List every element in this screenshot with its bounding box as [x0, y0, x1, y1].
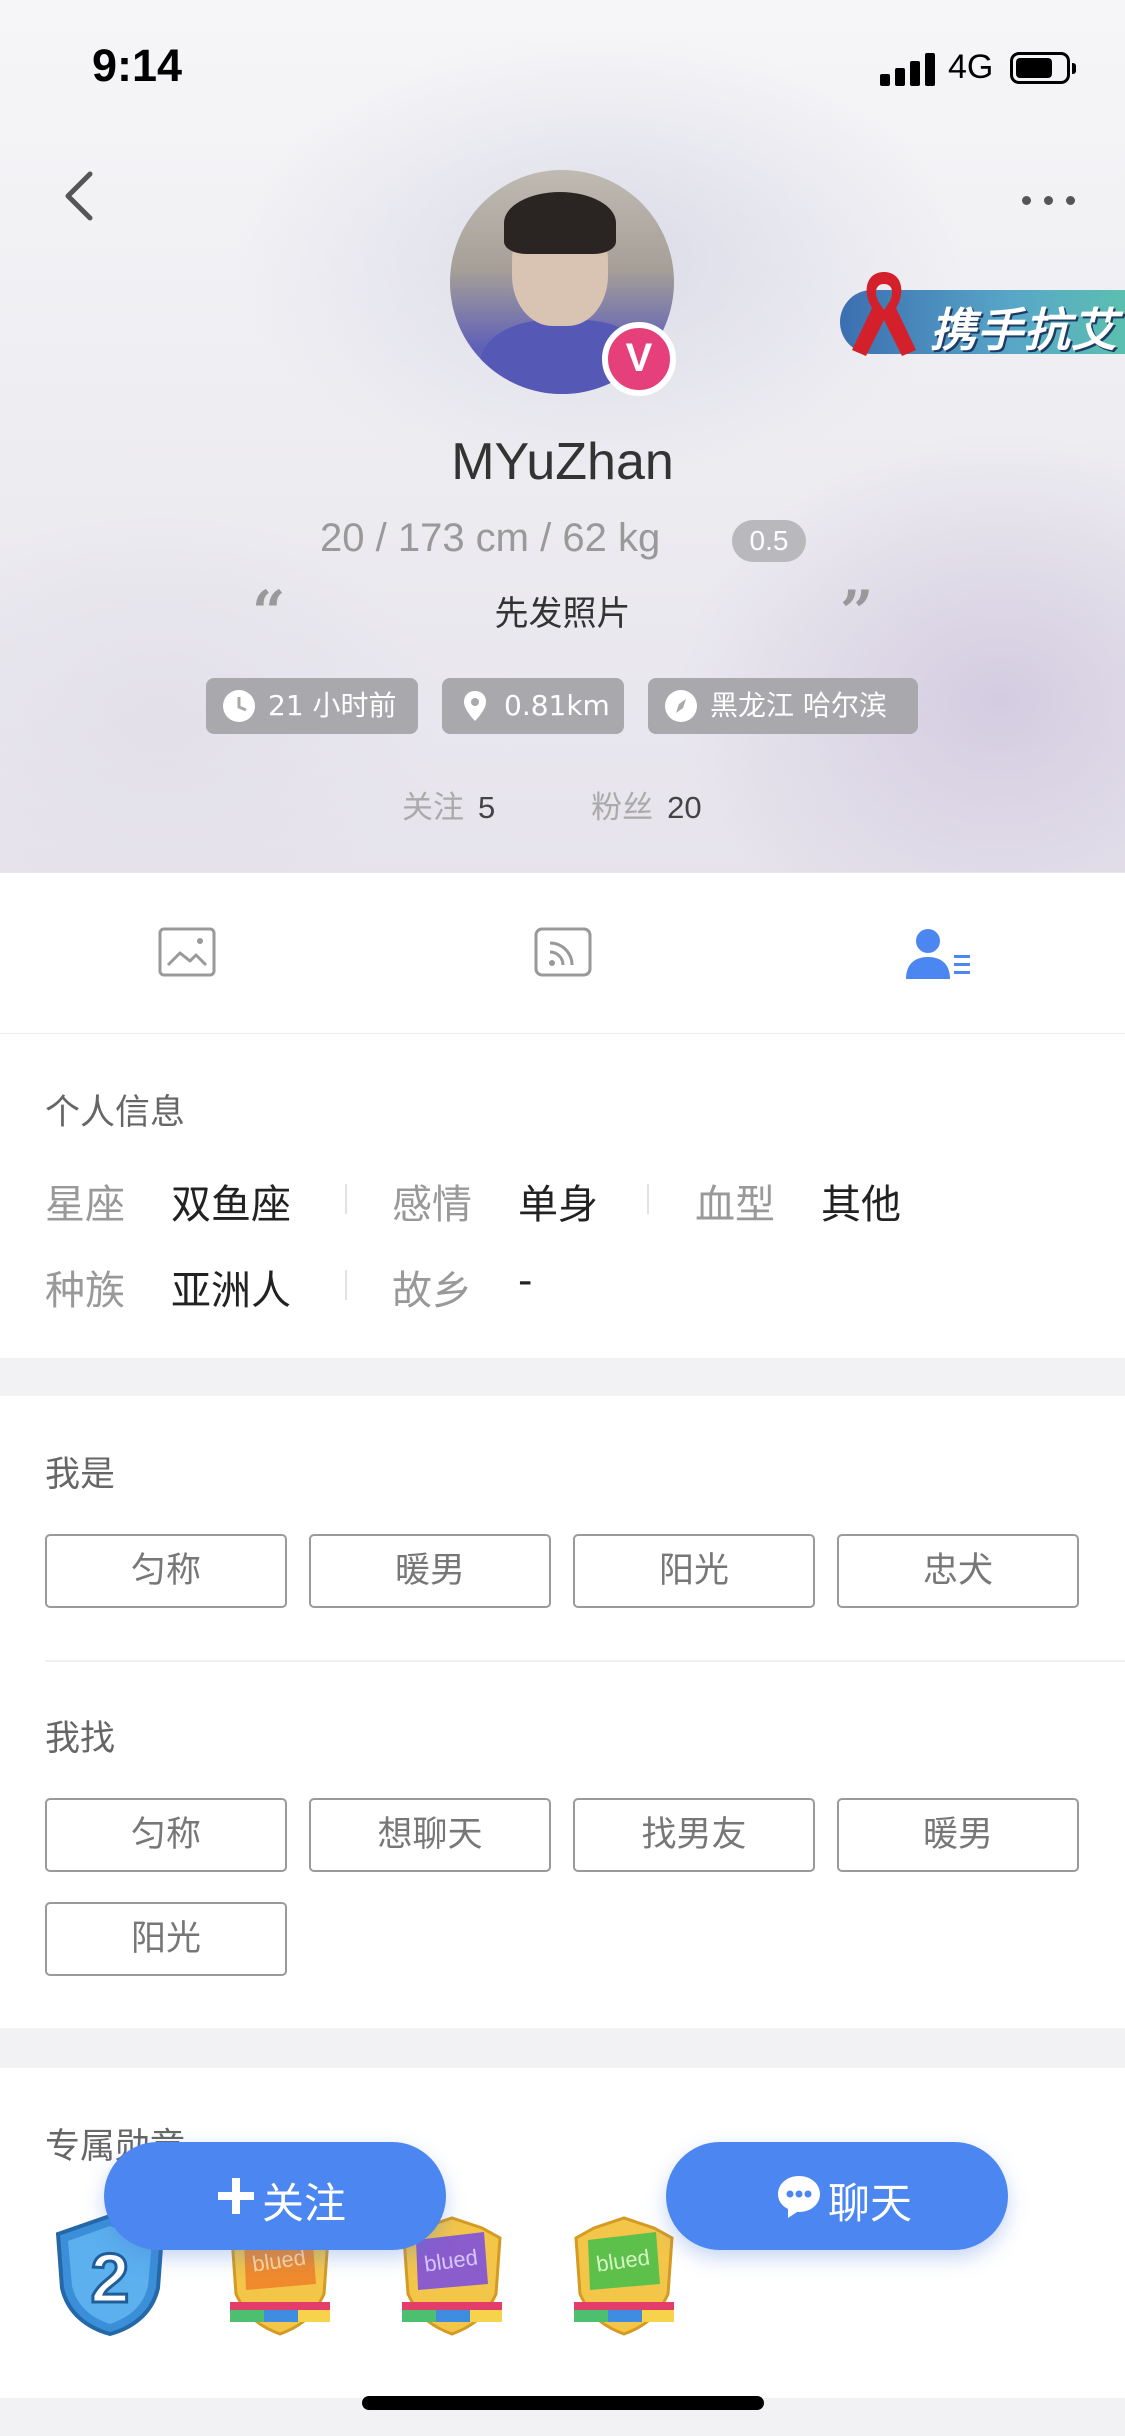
svg-text:2: 2 — [91, 2239, 130, 2317]
profile-info-icon — [906, 929, 970, 979]
looking-for-title: 我找 — [45, 1719, 116, 1759]
bio-text: 先发照片 — [494, 594, 631, 634]
profile-header: 9:14 4G V 携手抗艾 MYuZhan 20 / 173 cm / 62 … — [0, 0, 1125, 872]
age-height-weight: 20 / 173 cm / 62 kg — [320, 516, 661, 560]
chat-button[interactable]: 聊天 — [666, 2142, 1008, 2250]
distance-chip: 0.81km — [442, 678, 624, 734]
level-badge: 0.5 — [732, 520, 806, 562]
i-am-tag: 匀称 — [45, 1534, 287, 1608]
home-indicator — [362, 2396, 764, 2410]
following-stat[interactable]: 关注 5 — [402, 790, 505, 826]
feed-icon — [534, 927, 592, 977]
i-am-tag: 暖男 — [309, 1534, 551, 1608]
back-button[interactable] — [52, 166, 112, 226]
red-ribbon-icon — [852, 272, 916, 356]
status-bar: 9:14 4G — [0, 0, 1125, 130]
personal-info-section: 个人信息 星座 双鱼座 感情 单身 血型 其他 种族 亚洲人 故乡 - — [0, 1034, 1125, 1358]
tags-section: 我是 匀称 暖男 阳光 忠犬 我找 匀称 想聊天 找男友 暖男 阳光 — [0, 1396, 1125, 2028]
cellular-signal-icon — [880, 52, 936, 86]
chevron-left-icon — [65, 171, 93, 221]
follow-button[interactable]: 关注 — [104, 2142, 446, 2250]
tab-feed[interactable] — [532, 925, 596, 983]
tab-photos[interactable] — [156, 925, 220, 983]
more-dots-icon — [1022, 196, 1031, 205]
more-button[interactable] — [1016, 180, 1080, 220]
plus-icon — [218, 2178, 254, 2214]
i-am-title: 我是 — [45, 1455, 116, 1495]
looking-for-tag: 匀称 — [45, 1798, 287, 1872]
quote-close-icon: ” — [840, 578, 874, 646]
photo-icon — [158, 927, 216, 977]
divider — [45, 1660, 1125, 1662]
follow-stats: 关注 5 粉丝 20 — [402, 782, 702, 827]
last-active-chip: 21 小时前 — [206, 678, 418, 734]
info-blood-type: 血型 其他 — [695, 1182, 901, 1228]
info-zodiac: 星座 双鱼座 — [45, 1182, 291, 1228]
tab-profile-info[interactable] — [904, 925, 970, 983]
aids-awareness-banner[interactable]: 携手抗艾 — [840, 262, 1125, 364]
banner-text: 携手抗艾 — [930, 303, 1118, 357]
status-time: 9:14 — [92, 40, 183, 91]
i-am-tag: 忠犬 — [837, 1534, 1079, 1608]
info-chips: 21 小时前 0.81km 黑龙江 哈尔滨 — [0, 678, 1125, 734]
followers-stat[interactable]: 粉丝 20 — [591, 790, 701, 826]
looking-for-tag: 阳光 — [45, 1902, 287, 1976]
chat-bubble-icon — [778, 2176, 820, 2218]
location-pin-icon — [464, 691, 486, 721]
profile-tabs — [0, 872, 1125, 1034]
looking-for-tag: 找男友 — [573, 1798, 815, 1872]
verified-badge: V — [602, 322, 676, 396]
looking-for-tag: 暖男 — [837, 1798, 1079, 1872]
clock-icon — [223, 690, 255, 722]
info-relationship: 感情 单身 — [392, 1182, 598, 1228]
username: MYuZhan — [451, 433, 674, 491]
info-hometown: 故乡 - — [392, 1258, 533, 1314]
i-am-tag: 阳光 — [573, 1534, 815, 1608]
blued-flag-green-icon[interactable]: blued — [560, 2210, 688, 2338]
battery-icon — [1010, 52, 1076, 84]
looking-for-tag: 想聊天 — [309, 1798, 551, 1872]
location-chip: 黑龙江 哈尔滨 — [648, 678, 918, 734]
info-ethnicity: 种族 亚洲人 — [45, 1268, 291, 1314]
personal-info-title: 个人信息 — [45, 1093, 186, 1133]
network-type: 4G — [948, 48, 994, 86]
compass-icon — [665, 690, 697, 722]
